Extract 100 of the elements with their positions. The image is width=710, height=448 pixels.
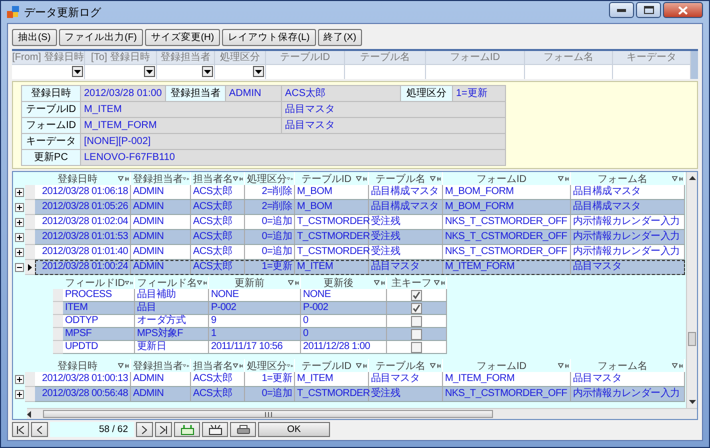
filter-field[interactable]	[85, 64, 156, 79]
grid-row[interactable]: 2012/03/28 01:05:26 ADMIN ACS太郎 2=削除 M_BOM 品目構成マスタ M_BOM_FORM 品目構成マスタ	[35, 200, 685, 215]
filter-pin-icon[interactable]	[672, 362, 683, 368]
add-row-button[interactable]	[174, 422, 200, 437]
column-header[interactable]: 更新前	[211, 276, 288, 290]
next-page-button[interactable]	[136, 422, 153, 437]
toolbar-button[interactable]: ファイル出力(F)	[58, 29, 143, 46]
column-header[interactable]: 処理区分	[247, 172, 287, 186]
column-header[interactable]: テーブルID	[297, 358, 356, 372]
expand-icon[interactable]	[14, 218, 24, 227]
scroll-thumb[interactable]	[43, 410, 493, 418]
grid-row[interactable]: 2012/03/28 01:01:53 ADMIN ACS太郎 0=追加 T_CSTMORDER受注残 NKS_T_CSTMORDER_OFF 内示情報カレンダー入力	[35, 230, 685, 245]
column-header[interactable]: テーブルID	[297, 172, 356, 186]
grid-row[interactable]: ITEM 品目 P-002 P-002	[63, 302, 447, 315]
scroll-left-icon[interactable]	[27, 410, 31, 418]
print-button[interactable]	[230, 422, 256, 437]
filter-pin-icon[interactable]	[672, 176, 683, 182]
filter-pin-icon[interactable]	[233, 362, 243, 368]
checkbox[interactable]	[411, 328, 422, 340]
column-header[interactable]: フィールドID	[65, 276, 125, 290]
grid-row[interactable]: 2012/03/28 01:01:40 ADMIN ACS太郎 0=追加 T_CSTMORDER受注残 NKS_T_CSTMORDER_OFF 内示情報カレンダー入力	[35, 245, 685, 260]
expand-icon[interactable]	[14, 188, 24, 197]
filter-field[interactable]	[215, 64, 265, 79]
toolbar-button[interactable]: 抽出(S)	[12, 29, 57, 46]
expand-icon[interactable]	[14, 203, 24, 212]
filter-pin-icon[interactable]	[183, 362, 189, 368]
column-header[interactable]: 登録担当者	[133, 358, 183, 372]
scroll-down-icon[interactable]	[688, 400, 696, 404]
column-header[interactable]: テーブル名	[371, 172, 430, 186]
filter-pin-icon[interactable]	[125, 280, 133, 286]
close-button[interactable]	[663, 2, 703, 18]
toolbar-button[interactable]: サイズ変更(H)	[144, 29, 220, 46]
expand-icon[interactable]	[14, 390, 24, 399]
filter-field[interactable]	[12, 64, 84, 79]
toolbar-button[interactable]: 終了(X)	[318, 29, 362, 46]
column-header[interactable]: フォームID	[445, 358, 558, 372]
column-header[interactable]: 担当者名	[193, 172, 233, 186]
column-header[interactable]: フォーム名	[573, 172, 672, 186]
grid-row[interactable]: 2012/03/28 01:06:18 ADMIN ACS太郎 2=削除 M_BOM 品目構成マスタ M_BOM_FORM 品目構成マスタ	[35, 185, 685, 200]
filter-field[interactable]	[525, 64, 612, 79]
checkbox[interactable]	[411, 342, 422, 352]
filter-field[interactable]	[426, 64, 524, 79]
grid-row[interactable]: 2012/03/28 01:00:24 ADMIN ACS太郎 1=更新 M_ITEM 品目マスタ M_ITEM_FORM 品目マスタ	[35, 260, 685, 275]
ok-button[interactable]: OK	[258, 422, 330, 437]
collapse-icon[interactable]	[14, 263, 24, 272]
filter-field[interactable]	[266, 64, 344, 79]
filter-field[interactable]	[157, 64, 214, 79]
column-header[interactable]: テーブル名	[371, 358, 430, 372]
grid-row[interactable]: 2012/03/28 01:02:04 ADMIN ACS太郎 0=追加 T_CSTMORDER受注残 NKS_T_CSTMORDER_OFF 内示情報カレンダー入力	[35, 215, 685, 230]
grid-row[interactable]: PROCESS 品目補助 NONE NONE	[63, 289, 447, 302]
grid-row[interactable]: ODTYP オーダ方式 9 0	[63, 315, 447, 328]
grid-row[interactable]: MPSF MPS対象F 1 0	[63, 328, 447, 341]
minimize-button[interactable]	[609, 2, 634, 18]
filter-pin-icon[interactable]	[356, 176, 367, 182]
filter-pin-icon[interactable]	[356, 362, 367, 368]
expand-icon[interactable]	[14, 248, 24, 257]
filter-pin-icon[interactable]	[558, 176, 569, 182]
checkbox[interactable]	[411, 302, 422, 314]
filter-pin-icon[interactable]	[197, 280, 207, 286]
filter-pin-icon[interactable]	[287, 362, 293, 368]
column-header[interactable]: 処理区分	[247, 358, 287, 372]
grid-row[interactable]: 2012/03/28 01:00:13 ADMIN ACS太郎 1=更新 M_ITEM 品目マスタ M_ITEM_FORM 品目マスタ	[35, 372, 685, 387]
expand-icon[interactable]	[14, 375, 24, 384]
filter-pin-icon[interactable]	[118, 176, 129, 182]
grid-row[interactable]: 2012/03/28 00:56:48 ADMIN ACS太郎 0=追加 T_CSTMORDER受注残 NKS_T_CSTMORDER_OFF 内示情報カレンダー入力	[35, 387, 685, 402]
scroll-thumb[interactable]	[688, 332, 696, 346]
grid-row[interactable]: UPDTD 更新日 2011/11/17 10:56 2011/12/28 1:00	[63, 341, 447, 354]
filter-pin-icon[interactable]	[183, 176, 189, 182]
filter-field[interactable]	[345, 64, 425, 79]
column-header[interactable]: フィールド名	[137, 276, 197, 290]
column-header[interactable]: 担当者名	[193, 358, 233, 372]
toolbar-button[interactable]: レイアウト保存(L)	[222, 29, 316, 46]
last-page-button[interactable]	[155, 422, 172, 437]
filter-pin-icon[interactable]	[287, 176, 293, 182]
column-header[interactable]: 更新後	[303, 276, 374, 290]
filter-pin-icon[interactable]	[374, 280, 385, 286]
column-header[interactable]: フォーム名	[573, 358, 672, 372]
filter-pin-icon[interactable]	[118, 362, 129, 368]
column-header[interactable]: 登録日時	[37, 172, 118, 186]
filter-pin-icon[interactable]	[288, 280, 299, 286]
filter-pin-icon[interactable]	[558, 362, 569, 368]
expand-icon[interactable]	[14, 233, 24, 242]
column-header[interactable]: 登録日時	[37, 358, 118, 372]
column-header[interactable]: 登録担当者	[133, 172, 183, 186]
maximize-button[interactable]	[636, 2, 661, 18]
row-selector[interactable]	[25, 260, 35, 275]
checkbox[interactable]	[411, 316, 422, 326]
checkbox[interactable]	[411, 290, 422, 300]
delete-row-button[interactable]	[202, 422, 228, 437]
filter-pin-icon[interactable]	[434, 280, 445, 286]
scroll-up-icon[interactable]	[688, 176, 696, 180]
horizontal-scrollbar[interactable]	[27, 408, 697, 419]
vertical-scrollbar[interactable]	[686, 172, 697, 408]
filter-pin-icon[interactable]	[233, 176, 243, 182]
filter-pin-icon[interactable]	[430, 362, 441, 368]
previous-page-button[interactable]	[31, 422, 48, 437]
filter-field[interactable]	[613, 64, 690, 79]
column-header[interactable]: フォームID	[445, 172, 558, 186]
filter-pin-icon[interactable]	[430, 176, 441, 182]
first-page-button[interactable]	[12, 422, 29, 437]
